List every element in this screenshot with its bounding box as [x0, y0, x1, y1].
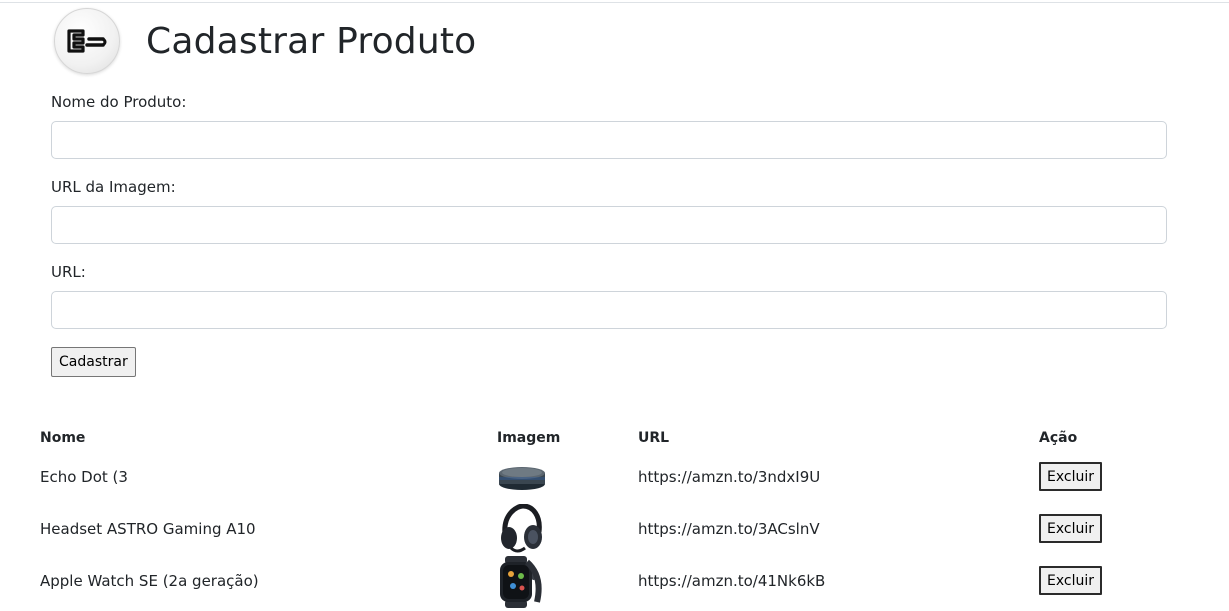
headset-image	[497, 503, 545, 560]
echo-dot-image	[497, 460, 547, 498]
column-header-name: Nome	[40, 430, 86, 446]
table-row: Apple Watch SE (2a geração) https://amzn…	[0, 556, 1229, 608]
product-name-cell: Headset ASTRO Gaming A10	[40, 520, 256, 538]
excluir-button[interactable]: Excluir	[1039, 566, 1102, 595]
url-field-group: URL:	[51, 260, 1167, 329]
name-field-group: Nome do Produto:	[51, 90, 1167, 159]
page-header: Cadastrar Produto	[54, 8, 476, 74]
excluir-button[interactable]: Excluir	[1039, 514, 1102, 543]
table-row: Echo Dot (3 https://amzn.to/3ndxI9U Excl…	[0, 452, 1229, 504]
column-header-action: Ação	[1039, 430, 1078, 446]
url-input[interactable]	[51, 291, 1167, 329]
product-name-input[interactable]	[51, 121, 1167, 159]
logo-icon	[54, 8, 120, 74]
product-name-cell: Apple Watch SE (2a geração)	[40, 572, 259, 590]
excluir-button[interactable]: Excluir	[1039, 462, 1102, 491]
apple-watch-image	[497, 556, 545, 611]
image-url-label: URL da Imagem:	[51, 178, 176, 196]
image-field-group: URL da Imagem:	[51, 175, 1167, 244]
column-header-url: URL	[638, 430, 670, 446]
image-url-input[interactable]	[51, 206, 1167, 244]
top-border	[0, 2, 1229, 3]
name-label: Nome do Produto:	[51, 93, 187, 111]
product-form: Nome do Produto: URL da Imagem: URL:	[51, 90, 1167, 345]
url-label: URL:	[51, 263, 86, 281]
table-row: Headset ASTRO Gaming A10 https://amzn.to…	[0, 503, 1229, 556]
product-url-cell: https://amzn.to/41Nk6kB	[638, 572, 826, 590]
product-url-cell: https://amzn.to/3ACslnV	[638, 520, 820, 538]
column-header-image: Imagem	[497, 430, 561, 446]
product-url-cell: https://amzn.to/3ndxI9U	[638, 468, 821, 486]
product-name-cell: Echo Dot (3	[40, 468, 128, 486]
page-title: Cadastrar Produto	[146, 20, 477, 62]
cadastrar-button[interactable]: Cadastrar	[51, 347, 136, 377]
